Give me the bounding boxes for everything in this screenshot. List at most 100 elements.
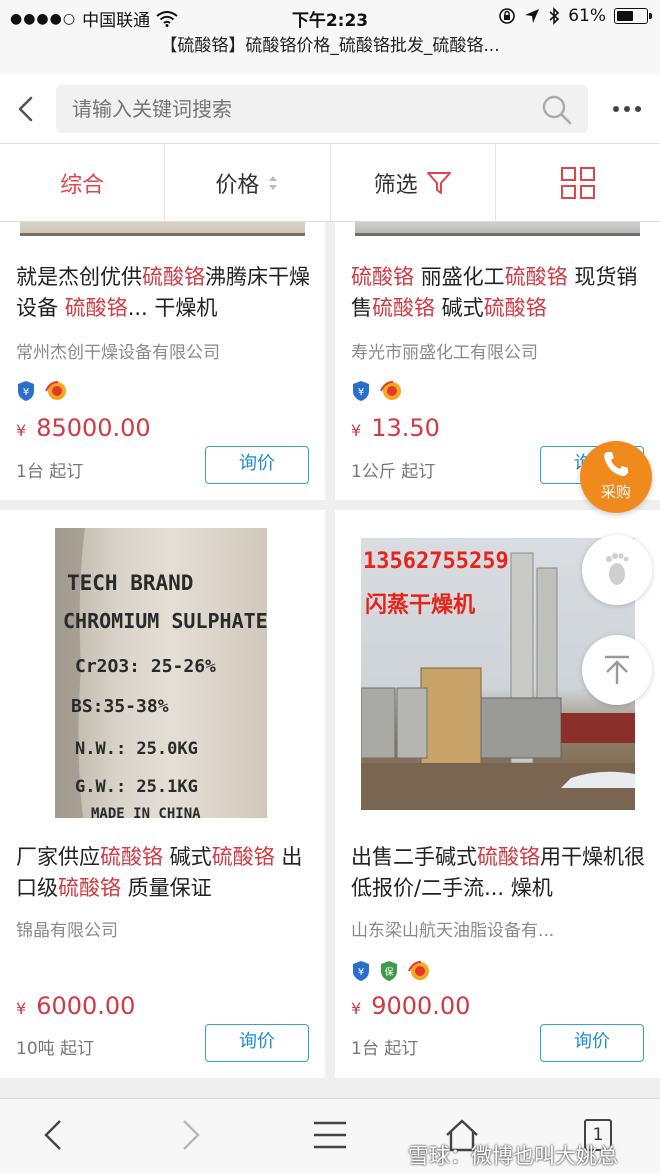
search-header <box>0 74 660 144</box>
keyword-highlight: 硫酸铬 <box>64 296 128 320</box>
currency-symbol: ¥ <box>351 421 362 440</box>
svg-text:¥: ¥ <box>358 387 364 398</box>
battery-percent: 61% <box>568 6 606 26</box>
gold-supplier-icon <box>380 381 401 400</box>
currency-symbol: ¥ <box>16 999 27 1018</box>
watermark-text: 雪球：微博也叫大姚总 <box>408 1144 618 1168</box>
purchase-button[interactable]: 采购 <box>580 441 652 513</box>
keyword-highlight: 硫酸铬 <box>100 845 163 869</box>
tab-comprehensive[interactable]: 综合 <box>0 144 166 221</box>
purchase-label: 采购 <box>600 483 631 501</box>
svg-text:保: 保 <box>384 966 393 978</box>
browsing-history-button[interactable] <box>582 535 652 605</box>
bag-label-text: Cr2O3: 25-26% <box>75 656 216 677</box>
company-name[interactable]: 寿光市丽盛化工有限公司 <box>351 338 646 363</box>
menu-icon[interactable] <box>310 1115 350 1155</box>
inquiry-button[interactable]: 询价 <box>205 1024 309 1062</box>
company-name[interactable]: 山东梁山航天油脂设备有... <box>351 916 646 941</box>
bag-label-text: CHROMIUM SULPHATE <box>63 609 267 633</box>
product-card[interactable]: 就是杰创优供硫酸铬沸腾床干燥设备 硫酸铬... 干燥机 常州杰创干燥设备有限公司… <box>0 222 325 500</box>
minimum-order: 10吨 起订 <box>16 1039 95 1059</box>
keyword-highlight: 硫酸铬 <box>351 265 414 289</box>
status-bar: ●●●●○ 中国联通 下午2:23 61% <box>0 0 660 34</box>
back-arrow-icon[interactable] <box>10 92 44 126</box>
tab-price[interactable]: 价格 <box>165 144 331 221</box>
title-text: 质量保证 <box>121 876 212 900</box>
bag-label-text: G.W.: 25.1KG <box>75 777 198 797</box>
product-grid: 就是杰创优供硫酸铬沸腾床干燥设备 硫酸铬... 干燥机 常州杰创干燥设备有限公司… <box>0 222 660 1098</box>
trust-badges: ¥ <box>351 380 405 402</box>
screen: ●●●●○ 中国联通 下午2:23 61% 【硫酸铬】硫酸铬价格_硫酸铬批发_硫… <box>0 0 660 1173</box>
bag-label-text: BS:35-38% <box>71 696 169 717</box>
title-text: 碱式 <box>435 296 484 320</box>
search-box[interactable] <box>56 85 588 133</box>
title-text: 就是杰创优供 <box>16 265 142 289</box>
inquiry-button[interactable]: 询价 <box>540 1024 644 1062</box>
photo-overlay-text: 13562755259 <box>363 549 509 574</box>
bag-label-text: N.W.: 25.0KG <box>75 739 198 759</box>
rotation-lock-icon <box>499 8 516 24</box>
filter-bar: 综合 价格 筛选 <box>0 144 660 222</box>
keyword-highlight: 硫酸铬 <box>372 296 435 320</box>
keyword-highlight: 硫酸铬 <box>58 876 121 900</box>
product-photo: TECH BRAND CHROMIUM SULPHATE Cr2O3: 25-2… <box>55 528 267 818</box>
product-image[interactable] <box>355 222 640 236</box>
verified-shield-icon: ¥ <box>18 381 34 401</box>
gold-supplier-icon <box>45 381 66 400</box>
title-text: 丽盛化工 <box>414 265 505 289</box>
verified-shield-icon: ¥ <box>353 961 369 981</box>
price-value: 13.50 <box>371 414 440 442</box>
browser-forward-icon[interactable] <box>170 1115 210 1155</box>
svg-text:¥: ¥ <box>358 967 364 978</box>
search-input[interactable] <box>72 97 512 121</box>
trust-badges: ¥ 保 <box>351 960 433 982</box>
company-name[interactable]: 常州杰创干燥设备有限公司 <box>16 338 311 363</box>
tab-label: 价格 <box>215 172 260 198</box>
currency-symbol: ¥ <box>351 999 362 1018</box>
view-mode-toggle[interactable] <box>496 144 660 221</box>
bag-label-text: TECH BRAND <box>67 571 193 595</box>
keyword-highlight: 硫酸铬 <box>142 265 205 289</box>
keyword-highlight: 硫酸铬 <box>477 845 540 869</box>
company-name[interactable]: 锦晶有限公司 <box>16 916 311 941</box>
product-title[interactable]: 厂家供应硫酸铬 碱式硫酸铬 出口级硫酸铬 质量保证 <box>16 842 311 904</box>
more-options-icon[interactable] <box>610 94 644 124</box>
product-title[interactable]: 出售二手碱式硫酸铬用干燥机很低报价/二手流... 燥机 <box>351 842 646 904</box>
inquiry-button[interactable]: 询价 <box>205 446 309 484</box>
photo-overlay-text: 闪蒸干燥机 <box>365 593 475 618</box>
price-value: 85000.00 <box>36 414 151 442</box>
funnel-icon <box>426 171 451 194</box>
tab-label: 综合 <box>60 172 105 198</box>
phone-icon <box>604 452 628 476</box>
keyword-highlight: 硫酸铬 <box>211 845 275 869</box>
product-price: ¥6000.00 <box>16 992 135 1020</box>
browser-back-icon[interactable] <box>34 1115 74 1155</box>
minimum-order: 1台 起订 <box>16 462 84 482</box>
product-image[interactable] <box>20 222 305 236</box>
location-arrow-icon <box>525 9 540 23</box>
product-title[interactable]: 就是杰创优供硫酸铬沸腾床干燥设备 硫酸铬... 干燥机 <box>16 262 311 324</box>
battery-icon <box>614 8 652 24</box>
product-price: ¥13.50 <box>351 414 440 442</box>
product-image[interactable]: TECH BRAND CHROMIUM SULPHATE Cr2O3: 25-2… <box>55 528 267 818</box>
page-title: 【硫酸铬】硫酸铬价格_硫酸铬批发_硫酸铬... <box>0 34 660 74</box>
back-to-top-button[interactable] <box>582 635 652 705</box>
tab-filter[interactable]: 筛选 <box>331 144 496 221</box>
bluetooth-icon <box>549 7 560 25</box>
keyword-highlight: 硫酸铬 <box>483 296 547 320</box>
search-icon[interactable] <box>540 93 574 127</box>
product-card[interactable]: TECH BRAND CHROMIUM SULPHATE Cr2O3: 25-2… <box>0 510 325 1078</box>
tab-label: 筛选 <box>373 172 418 198</box>
product-title[interactable]: 硫酸铬 丽盛化工硫酸铬 现货销售硫酸铬 碱式硫酸铬 <box>351 262 646 324</box>
product-price: ¥85000.00 <box>16 414 151 442</box>
gold-supplier-icon <box>408 961 429 980</box>
svg-text:¥: ¥ <box>23 387 29 398</box>
footprint-icon <box>606 553 629 585</box>
title-text: 出售二手碱式 <box>351 845 477 869</box>
bag-label-text: MADE IN CHINA <box>91 806 201 818</box>
price-value: 6000.00 <box>36 992 136 1020</box>
grid-view-icon <box>560 166 595 199</box>
title-text: ... 干燥机 <box>127 296 218 320</box>
product-price: ¥9000.00 <box>351 992 470 1020</box>
arrow-up-icon <box>605 655 629 684</box>
